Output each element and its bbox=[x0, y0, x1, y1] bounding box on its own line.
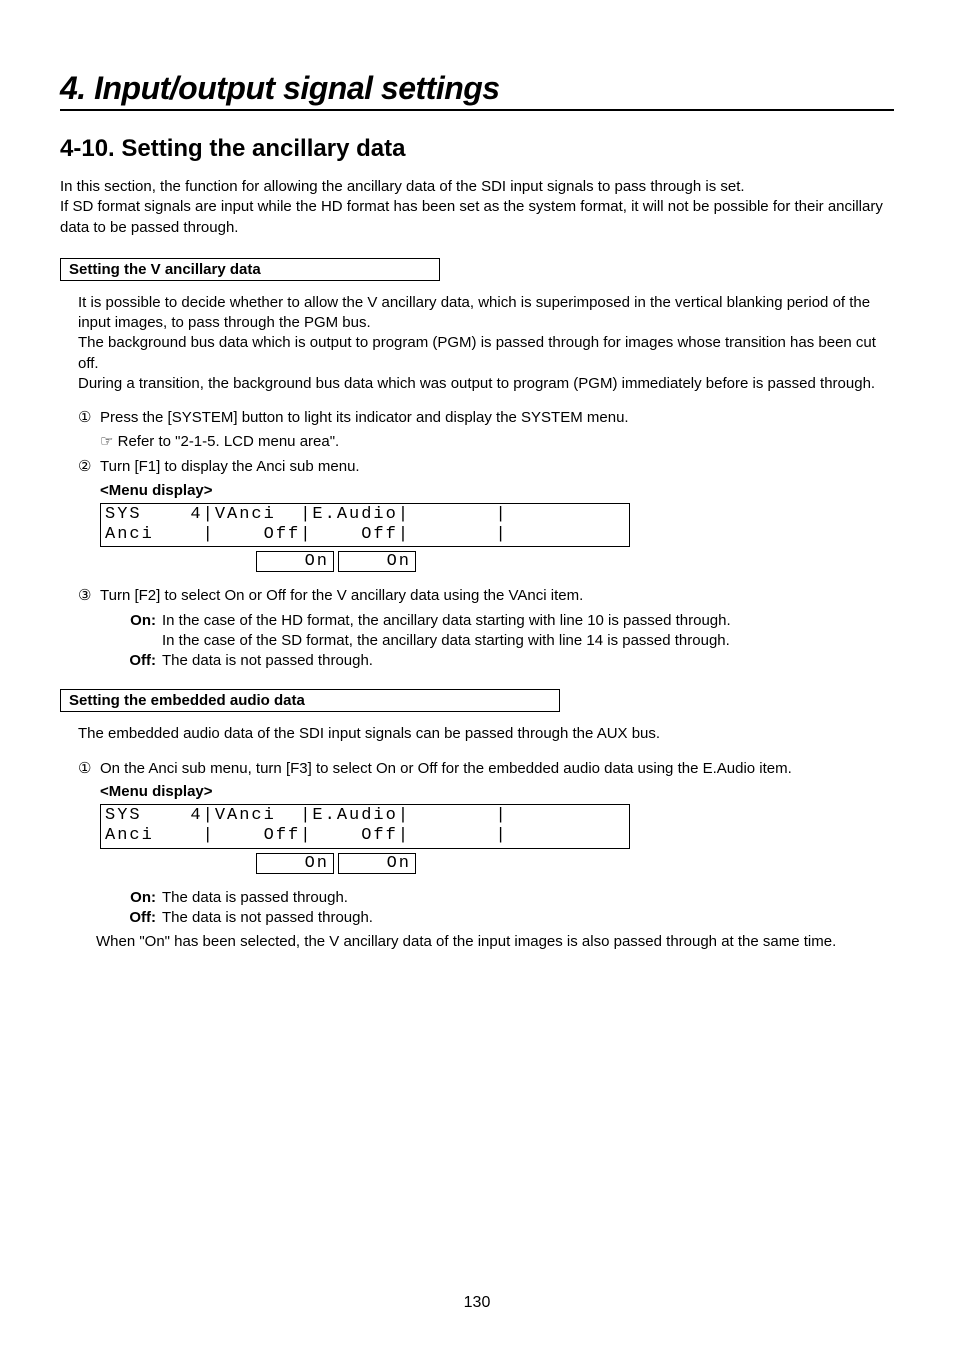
step-2: ② Turn [F1] to display the Anci sub menu… bbox=[78, 457, 894, 477]
step-text-2: Turn [F1] to display the Anci sub menu. bbox=[100, 457, 894, 477]
step-number-1: ① bbox=[78, 408, 100, 428]
lcd-options-row: On On bbox=[100, 551, 894, 572]
reference-text: Refer to "2-1-5. LCD menu area". bbox=[118, 433, 340, 450]
lcd-line-2: Anci | Off| Off| | bbox=[105, 525, 508, 544]
step-1: ① Press the [SYSTEM] button to light its… bbox=[78, 408, 894, 428]
term-off: Off: bbox=[122, 651, 162, 671]
step-text-3: Turn [F2] to select On or Off for the V … bbox=[100, 586, 894, 606]
lcd-display-2: SYS 4|VAnci |E.Audio| | Anci | Off| Off|… bbox=[100, 804, 630, 849]
lcd-option-spacer-2 bbox=[100, 853, 256, 874]
step2-text-1: On the Anci sub menu, turn [F3] to selec… bbox=[100, 759, 894, 779]
lcd-option-vanci: On bbox=[256, 551, 334, 572]
def-on-2: The data is passed through. bbox=[162, 888, 894, 908]
section-title: 4-10. Setting the ancillary data bbox=[60, 135, 894, 163]
step-number-3: ③ bbox=[78, 586, 100, 606]
lcd-line-1: SYS 4|VAnci |E.Audio| | bbox=[105, 505, 508, 524]
lcd-option-spacer bbox=[100, 551, 256, 572]
step2-number-1: ① bbox=[78, 759, 100, 779]
subsection-body: It is possible to decide whether to allo… bbox=[78, 293, 894, 394]
chapter-title: 4. Input/output signal settings bbox=[60, 70, 894, 111]
menu-display-label-2: <Menu display> bbox=[100, 783, 894, 800]
term-off-2: Off: bbox=[122, 908, 162, 928]
pointer-icon: ☞ bbox=[100, 434, 113, 450]
lcd2-line-1: SYS 4|VAnci |E.Audio| | bbox=[105, 806, 508, 825]
subsection-heading-v-ancillary: Setting the V ancillary data bbox=[60, 258, 440, 281]
def-off: The data is not passed through. bbox=[162, 651, 894, 671]
lcd-menu-block-2: SYS 4|VAnci |E.Audio| | Anci | Off| Off|… bbox=[100, 804, 894, 874]
lcd-options-row-2: On On bbox=[100, 853, 894, 874]
step-number-2: ② bbox=[78, 457, 100, 477]
definition-off-2: Off: The data is not passed through. bbox=[122, 908, 894, 928]
step-text-1: Press the [SYSTEM] button to light its i… bbox=[100, 408, 894, 428]
lcd-display: SYS 4|VAnci |E.Audio| | Anci | Off| Off|… bbox=[100, 503, 630, 548]
intro-paragraph: In this section, the function for allowi… bbox=[60, 177, 894, 238]
term-on-2: On: bbox=[122, 888, 162, 908]
def-off-2: The data is not passed through. bbox=[162, 908, 894, 928]
page-number: 130 bbox=[0, 1294, 954, 1312]
definition-on: On: In the case of the HD format, the an… bbox=[122, 611, 894, 652]
step2-1: ① On the Anci sub menu, turn [F3] to sel… bbox=[78, 759, 894, 779]
def-on: In the case of the HD format, the ancill… bbox=[162, 611, 894, 652]
lcd2-line-2: Anci | Off| Off| | bbox=[105, 826, 508, 845]
term-on: On: bbox=[122, 611, 162, 652]
lcd-option-eaudio: On bbox=[338, 551, 416, 572]
lcd-option-vanci-2: On bbox=[256, 853, 334, 874]
step-3: ③ Turn [F2] to select On or Off for the … bbox=[78, 586, 894, 606]
definition-off: Off: The data is not passed through. bbox=[122, 651, 894, 671]
subsection-heading-embedded-audio: Setting the embedded audio data bbox=[60, 689, 560, 712]
subsection-body-2: The embedded audio data of the SDI input… bbox=[78, 724, 894, 744]
lcd-option-eaudio-2: On bbox=[338, 853, 416, 874]
reference-line: ☞ Refer to "2-1-5. LCD menu area". bbox=[100, 432, 894, 451]
lcd-menu-block-1: SYS 4|VAnci |E.Audio| | Anci | Off| Off|… bbox=[100, 503, 894, 573]
note-on-selected: When "On" has been selected, the V ancil… bbox=[96, 932, 894, 952]
definition-on-2: On: The data is passed through. bbox=[122, 888, 894, 908]
menu-display-label: <Menu display> bbox=[100, 482, 894, 499]
